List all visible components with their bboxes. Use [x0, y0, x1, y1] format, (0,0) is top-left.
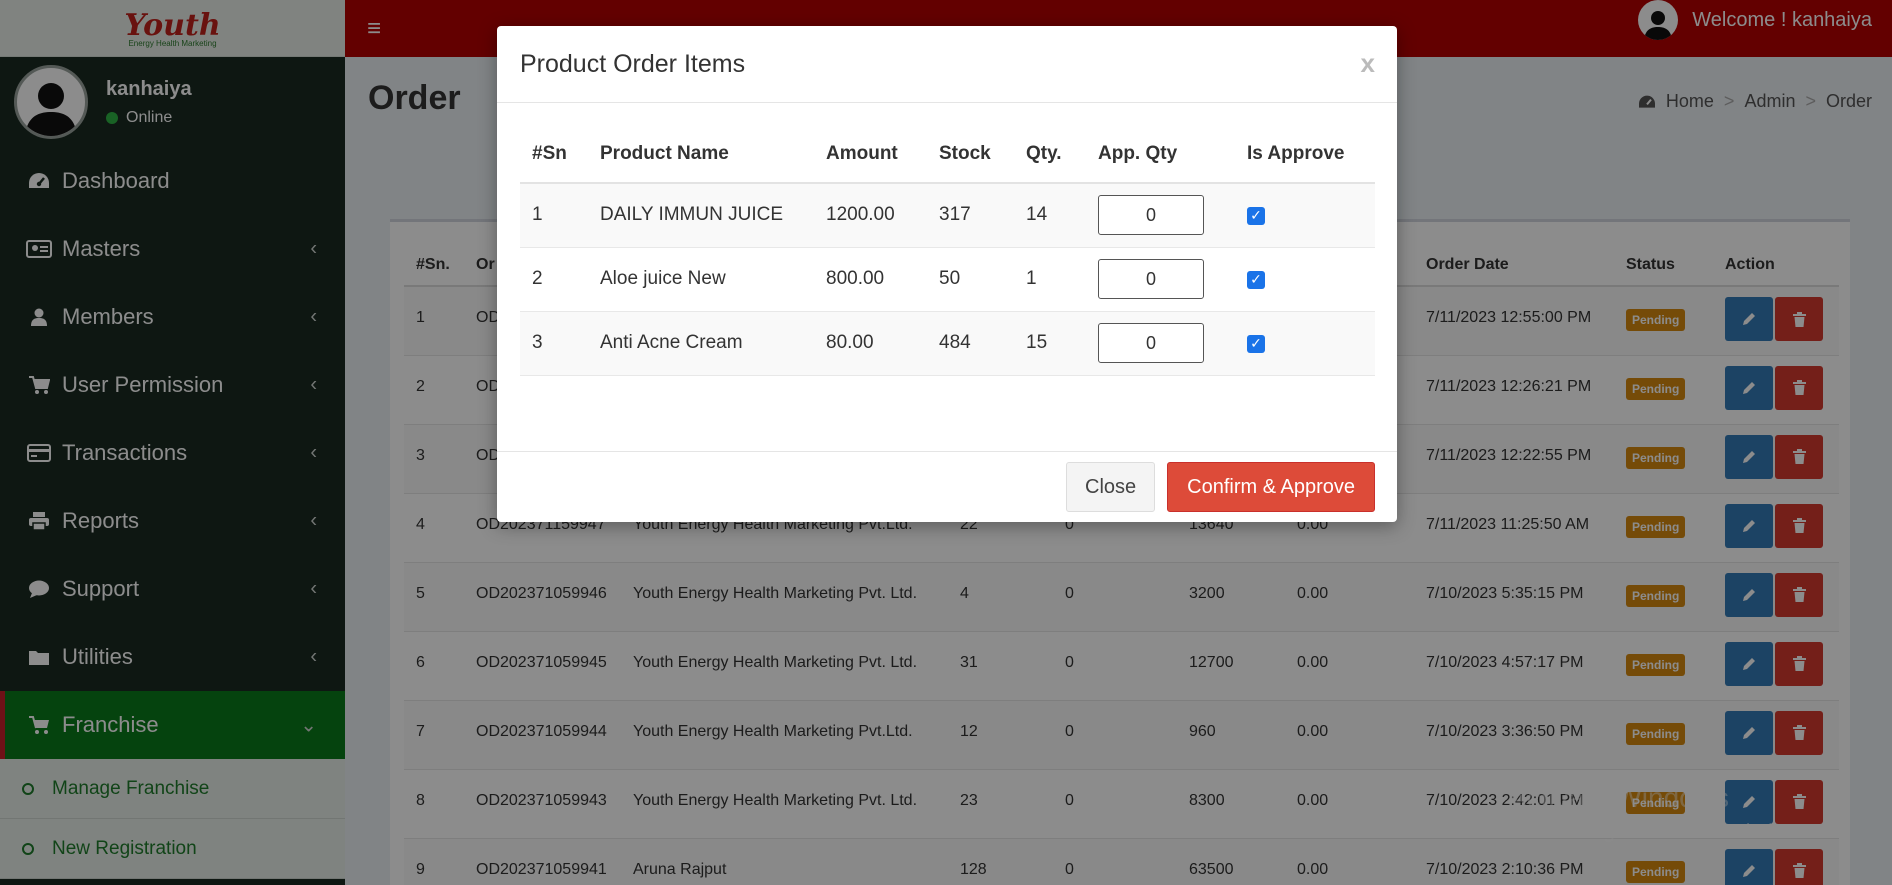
modal-header: Product Order Items x	[497, 26, 1397, 103]
column-header: Stock	[927, 125, 1014, 184]
table-cell: 1	[520, 183, 588, 248]
table-cell: 50	[927, 247, 1014, 312]
close-icon[interactable]: x	[1361, 48, 1375, 79]
app-qty-cell	[1086, 183, 1235, 248]
table-cell: 484	[927, 311, 1014, 376]
table-header-row: #Sn Product Name Amount Stock Qty. App. …	[520, 125, 1375, 184]
app-qty-cell	[1086, 247, 1235, 312]
confirm-approve-button[interactable]: Confirm & Approve	[1167, 462, 1375, 512]
modal-title: Product Order Items	[520, 49, 746, 78]
table-cell: Aloe juice New	[588, 247, 814, 312]
table-cell: 80.00	[814, 311, 927, 376]
table-cell: DAILY IMMUN JUICE	[588, 183, 814, 248]
order-items-body: 1DAILY IMMUN JUICE1200.0031714✓2Aloe jui…	[520, 183, 1375, 376]
column-header: Product Name	[588, 125, 814, 184]
column-header: App. Qty	[1086, 125, 1235, 184]
is-approve-cell: ✓	[1235, 311, 1375, 376]
app-qty-input[interactable]	[1098, 323, 1204, 363]
table-row: 2Aloe juice New800.00501 ✓	[520, 247, 1375, 312]
table-cell: 14	[1014, 183, 1086, 248]
table-row: 3Anti Acne Cream80.0048415 ✓	[520, 311, 1375, 376]
app-qty-input[interactable]	[1098, 195, 1204, 236]
table-cell: 800.00	[814, 247, 927, 312]
app-qty-input[interactable]	[1098, 259, 1204, 299]
table-cell: 3	[520, 311, 588, 376]
table-cell: 317	[927, 183, 1014, 248]
column-header: Amount	[814, 125, 927, 184]
modal-footer: Close Confirm & Approve	[497, 452, 1397, 522]
approve-checkbox[interactable]: ✓	[1247, 334, 1265, 353]
is-approve-cell: ✓	[1235, 183, 1375, 248]
table-cell: 2	[520, 247, 588, 312]
modal-body: #Sn Product Name Amount Stock Qty. App. …	[497, 103, 1397, 452]
order-items-table: #Sn Product Name Amount Stock Qty. App. …	[520, 125, 1375, 376]
approve-checkbox[interactable]: ✓	[1247, 206, 1265, 225]
close-button[interactable]: Close	[1066, 462, 1156, 512]
table-cell: 1200.00	[814, 183, 927, 248]
table-cell: Anti Acne Cream	[588, 311, 814, 376]
app-qty-cell	[1086, 311, 1235, 376]
column-header: #Sn	[520, 125, 588, 184]
is-approve-cell: ✓	[1235, 247, 1375, 312]
product-order-items-modal: Product Order Items x #Sn Product Name A…	[497, 26, 1397, 522]
table-row: 1DAILY IMMUN JUICE1200.0031714 ✓	[520, 183, 1375, 248]
table-cell: 15	[1014, 311, 1086, 376]
approve-checkbox[interactable]: ✓	[1247, 270, 1265, 289]
table-cell: 1	[1014, 247, 1086, 312]
column-header: Is Approve	[1235, 125, 1375, 184]
column-header: Qty.	[1014, 125, 1086, 184]
